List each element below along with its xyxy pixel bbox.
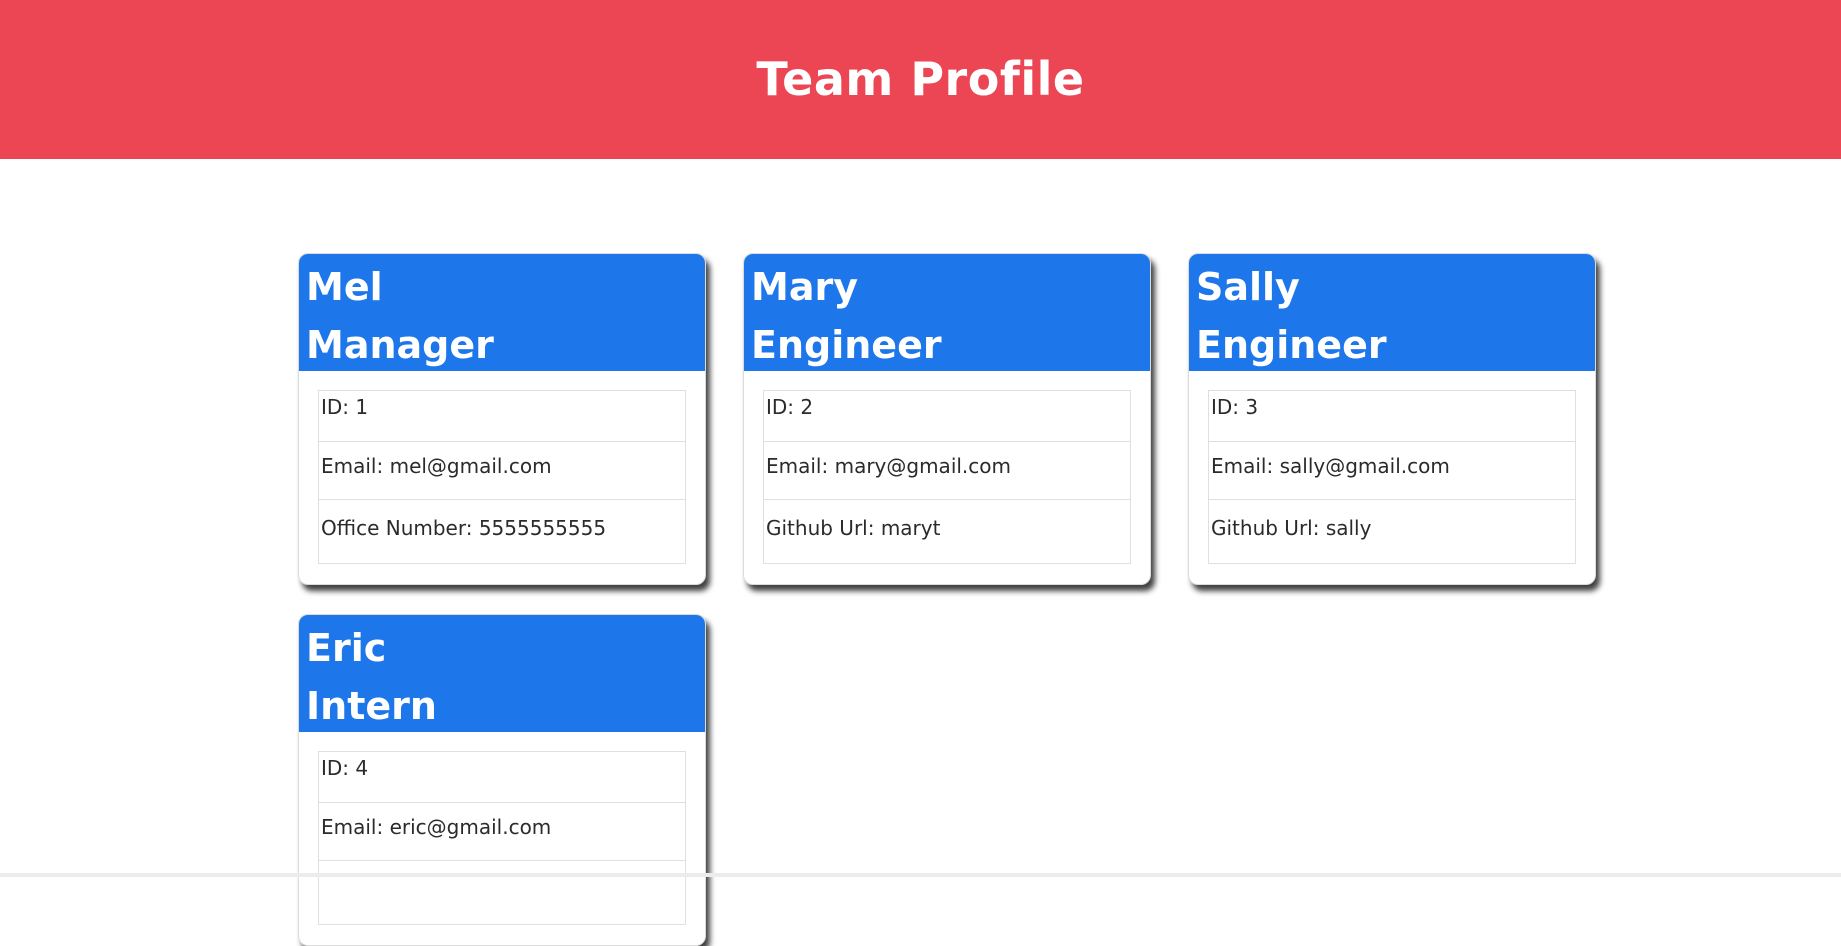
employee-office-number: Office Number: 5555555555 (321, 516, 607, 540)
page-header: Team Profile (0, 0, 1841, 159)
window-bottom-edge (0, 873, 1841, 877)
employee-name: Eric (306, 626, 387, 670)
employee-name: Mel (306, 265, 383, 309)
employee-id: ID: 3 (1209, 391, 1575, 442)
employee-name: Sally (1196, 265, 1300, 309)
card-header: Eric Intern (299, 615, 705, 732)
employee-id: ID: 1 (319, 391, 685, 442)
card-header: Sally Engineer (1189, 254, 1595, 371)
employee-role: Engineer (1196, 323, 1387, 367)
employee-card-mel: Mel Manager ID: 1 Email: mel@gmail.com O… (298, 253, 706, 585)
employee-details-list: ID: 4 Email: eric@gmail.com (318, 751, 686, 925)
employee-role: Manager (306, 323, 494, 367)
employee-card-eric: Eric Intern ID: 4 Email: eric@gmail.com (298, 614, 706, 946)
employee-school (319, 861, 685, 924)
employee-email: Email: mel@gmail.com (319, 442, 685, 500)
card-header: Mary Engineer (744, 254, 1150, 371)
page-title: Team Profile (756, 51, 1085, 106)
card-header: Mel Manager (299, 254, 705, 371)
employee-github-url: Github Url: sally (1211, 516, 1372, 540)
employee-email: Email: eric@gmail.com (319, 803, 685, 861)
employee-id: ID: 4 (319, 752, 685, 803)
employee-details-list: ID: 1 Email: mel@gmail.com Office Number… (318, 390, 686, 564)
employee-card-sally: Sally Engineer ID: 3 Email: sally@gmail.… (1188, 253, 1596, 585)
employee-role: Intern (306, 684, 437, 728)
card-body: ID: 1 Email: mel@gmail.com Office Number… (299, 371, 705, 584)
employee-details-list: ID: 2 Email: mary@gmail.com Github Url: … (763, 390, 1131, 564)
employee-id: ID: 2 (764, 391, 1130, 442)
employee-name: Mary (751, 265, 858, 309)
employee-email: Email: mary@gmail.com (764, 442, 1130, 500)
card-body: ID: 2 Email: mary@gmail.com Github Url: … (744, 371, 1150, 584)
employee-details-list: ID: 3 Email: sally@gmail.com Github Url:… (1208, 390, 1576, 564)
employee-email: Email: sally@gmail.com (1209, 442, 1575, 500)
employee-github-url: Github Url: maryt (766, 516, 941, 540)
card-body: ID: 3 Email: sally@gmail.com Github Url:… (1189, 371, 1595, 584)
card-body: ID: 4 Email: eric@gmail.com (299, 732, 705, 945)
employee-role: Engineer (751, 323, 942, 367)
employee-card-mary: Mary Engineer ID: 2 Email: mary@gmail.co… (743, 253, 1151, 585)
